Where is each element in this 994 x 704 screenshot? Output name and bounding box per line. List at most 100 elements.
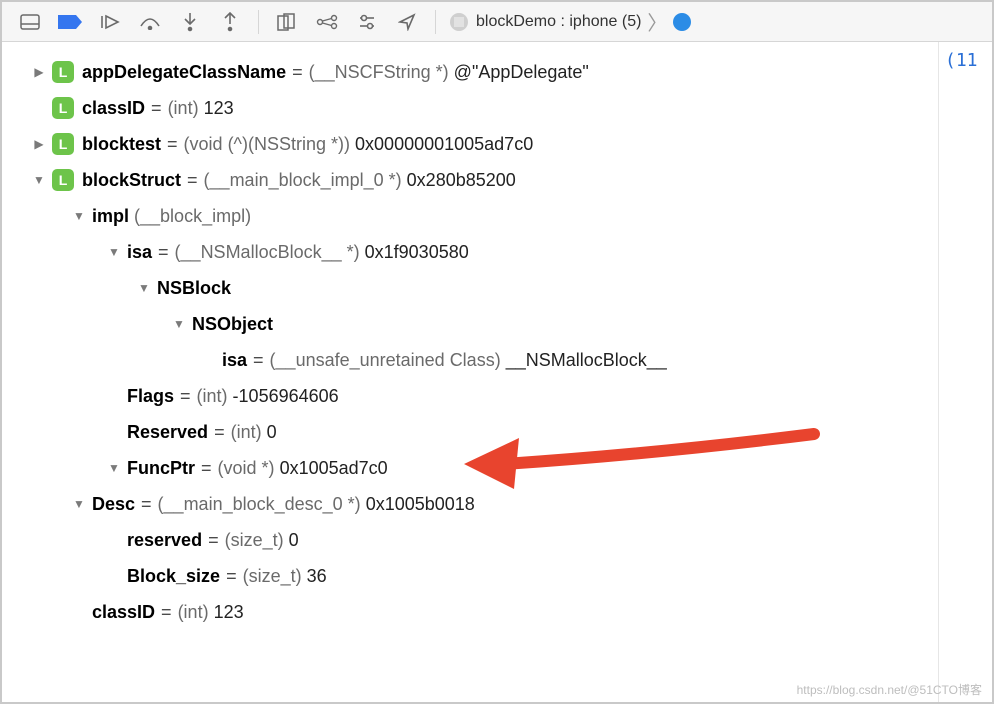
var-value: 0x1f9030580 bbox=[365, 242, 469, 263]
var-type: (__unsafe_unretained Class) bbox=[270, 350, 501, 371]
step-out-icon[interactable] bbox=[210, 2, 250, 42]
var-value: 0x1005b0018 bbox=[366, 494, 475, 515]
var-name: isa bbox=[127, 242, 152, 263]
var-row-classid[interactable]: L classID = (int) 123 bbox=[2, 90, 938, 126]
var-row-appdelegate[interactable]: L appDelegateClassName = (__NSCFString *… bbox=[2, 54, 938, 90]
var-row-blocktest[interactable]: L blocktest = (void (^)(NSString *)) 0x0… bbox=[2, 126, 938, 162]
console-gutter: (11 bbox=[938, 42, 992, 702]
var-type: (size_t) bbox=[225, 530, 284, 551]
line-indicator: (11 bbox=[945, 50, 978, 71]
var-name: isa bbox=[222, 350, 247, 371]
disclosure-triangle[interactable] bbox=[172, 317, 186, 331]
disclosure-triangle[interactable] bbox=[137, 281, 151, 295]
var-name: blockStruct bbox=[82, 170, 181, 191]
main-area: L appDelegateClassName = (__NSCFString *… bbox=[2, 42, 992, 702]
var-name: Block_size bbox=[127, 566, 220, 587]
var-type: (int) bbox=[197, 386, 228, 407]
var-value: 123 bbox=[204, 98, 234, 119]
equals: = bbox=[167, 134, 178, 155]
step-over-icon[interactable] bbox=[130, 2, 170, 42]
view-debugger-icon[interactable] bbox=[267, 2, 307, 42]
var-type: (__main_block_impl_0 *) bbox=[204, 170, 402, 191]
var-row-nsblock[interactable]: NSBlock bbox=[2, 270, 938, 306]
var-name: reserved bbox=[127, 530, 202, 551]
var-row-blockstruct[interactable]: L blockStruct = (__main_block_impl_0 *) … bbox=[2, 162, 938, 198]
panel-toggle-icon[interactable] bbox=[10, 2, 50, 42]
disclosure-triangle[interactable] bbox=[107, 461, 121, 475]
chevron-right-icon: 〉 bbox=[647, 7, 667, 36]
breadcrumb[interactable]: blockDemo : iphone (5) 〉 bbox=[448, 7, 691, 36]
var-value: 36 bbox=[307, 566, 327, 587]
var-row-nsobject-isa[interactable]: isa = (__unsafe_unretained Class) __NSMa… bbox=[2, 342, 938, 378]
disclosure-triangle[interactable] bbox=[32, 173, 46, 187]
disclosure-triangle[interactable] bbox=[72, 497, 86, 511]
var-value: -1056964606 bbox=[233, 386, 339, 407]
continue-icon[interactable] bbox=[90, 2, 130, 42]
var-name: classID bbox=[82, 98, 145, 119]
equals: = bbox=[161, 602, 172, 623]
var-value: 0 bbox=[267, 422, 277, 443]
var-name: Flags bbox=[127, 386, 174, 407]
location-icon[interactable] bbox=[387, 2, 427, 42]
var-row-desc[interactable]: Desc = (__main_block_desc_0 *) 0x1005b00… bbox=[2, 486, 938, 522]
var-type: (void (^)(NSString *)) bbox=[184, 134, 350, 155]
local-badge: L bbox=[52, 169, 74, 191]
var-row-nsobject[interactable]: NSObject bbox=[2, 306, 938, 342]
var-name: impl bbox=[92, 206, 129, 227]
disclosure-triangle[interactable] bbox=[107, 245, 121, 259]
environment-overrides-icon[interactable] bbox=[347, 2, 387, 42]
var-value: 0x00000001005ad7c0 bbox=[355, 134, 533, 155]
equals: = bbox=[151, 98, 162, 119]
variables-view[interactable]: L appDelegateClassName = (__NSCFString *… bbox=[2, 42, 938, 702]
var-row-impl-isa[interactable]: isa = (__NSMallocBlock__ *) 0x1f9030580 bbox=[2, 234, 938, 270]
equals: = bbox=[208, 530, 219, 551]
thread-badge bbox=[673, 13, 691, 31]
disclosure-triangle[interactable] bbox=[72, 209, 86, 223]
var-value: 0x280b85200 bbox=[407, 170, 516, 191]
var-name: blocktest bbox=[82, 134, 161, 155]
var-type: (__NSMallocBlock__ *) bbox=[175, 242, 360, 263]
var-row-funcptr[interactable]: FuncPtr = (void *) 0x1005ad7c0 bbox=[2, 450, 938, 486]
debug-toolbar: blockDemo : iphone (5) 〉 bbox=[2, 2, 992, 42]
equals: = bbox=[214, 422, 225, 443]
disclosure-triangle[interactable] bbox=[32, 137, 46, 151]
toolbar-separator bbox=[435, 10, 436, 34]
var-type: (int) bbox=[178, 602, 209, 623]
equals: = bbox=[187, 170, 198, 191]
var-row-block-size[interactable]: Block_size = (size_t) 36 bbox=[2, 558, 938, 594]
breakpoint-icon[interactable] bbox=[50, 2, 90, 42]
var-value: @"AppDelegate" bbox=[454, 62, 589, 83]
var-type: (void *) bbox=[218, 458, 275, 479]
step-into-icon[interactable] bbox=[170, 2, 210, 42]
local-badge: L bbox=[52, 61, 74, 83]
local-badge: L bbox=[52, 97, 74, 119]
var-row-struct-classid[interactable]: classID = (int) 123 bbox=[2, 594, 938, 630]
var-type: (__NSCFString *) bbox=[309, 62, 449, 83]
breadcrumb-project: blockDemo : iphone (5) bbox=[476, 13, 641, 31]
var-value: 123 bbox=[214, 602, 244, 623]
equals: = bbox=[180, 386, 191, 407]
var-row-reserved[interactable]: Reserved = (int) 0 bbox=[2, 414, 938, 450]
disclosure-triangle[interactable] bbox=[32, 65, 46, 79]
var-name: FuncPtr bbox=[127, 458, 195, 479]
watermark: https://blog.csdn.net/@51CTO博客 bbox=[797, 681, 982, 698]
var-row-desc-reserved[interactable]: reserved = (size_t) 0 bbox=[2, 522, 938, 558]
equals: = bbox=[253, 350, 264, 371]
equals: = bbox=[292, 62, 303, 83]
var-name: appDelegateClassName bbox=[82, 62, 286, 83]
equals: = bbox=[226, 566, 237, 587]
memory-graph-icon[interactable] bbox=[307, 2, 347, 42]
local-badge: L bbox=[52, 133, 74, 155]
app-icon bbox=[448, 11, 470, 33]
var-name: NSBlock bbox=[157, 278, 231, 299]
toolbar-separator bbox=[258, 10, 259, 34]
equals: = bbox=[158, 242, 169, 263]
var-type: (int) bbox=[231, 422, 262, 443]
var-name: NSObject bbox=[192, 314, 273, 335]
var-type: (__main_block_desc_0 *) bbox=[158, 494, 361, 515]
var-name: classID bbox=[92, 602, 155, 623]
var-value: 0 bbox=[289, 530, 299, 551]
var-row-flags[interactable]: Flags = (int) -1056964606 bbox=[2, 378, 938, 414]
var-row-impl[interactable]: impl (__block_impl) bbox=[2, 198, 938, 234]
equals: = bbox=[141, 494, 152, 515]
